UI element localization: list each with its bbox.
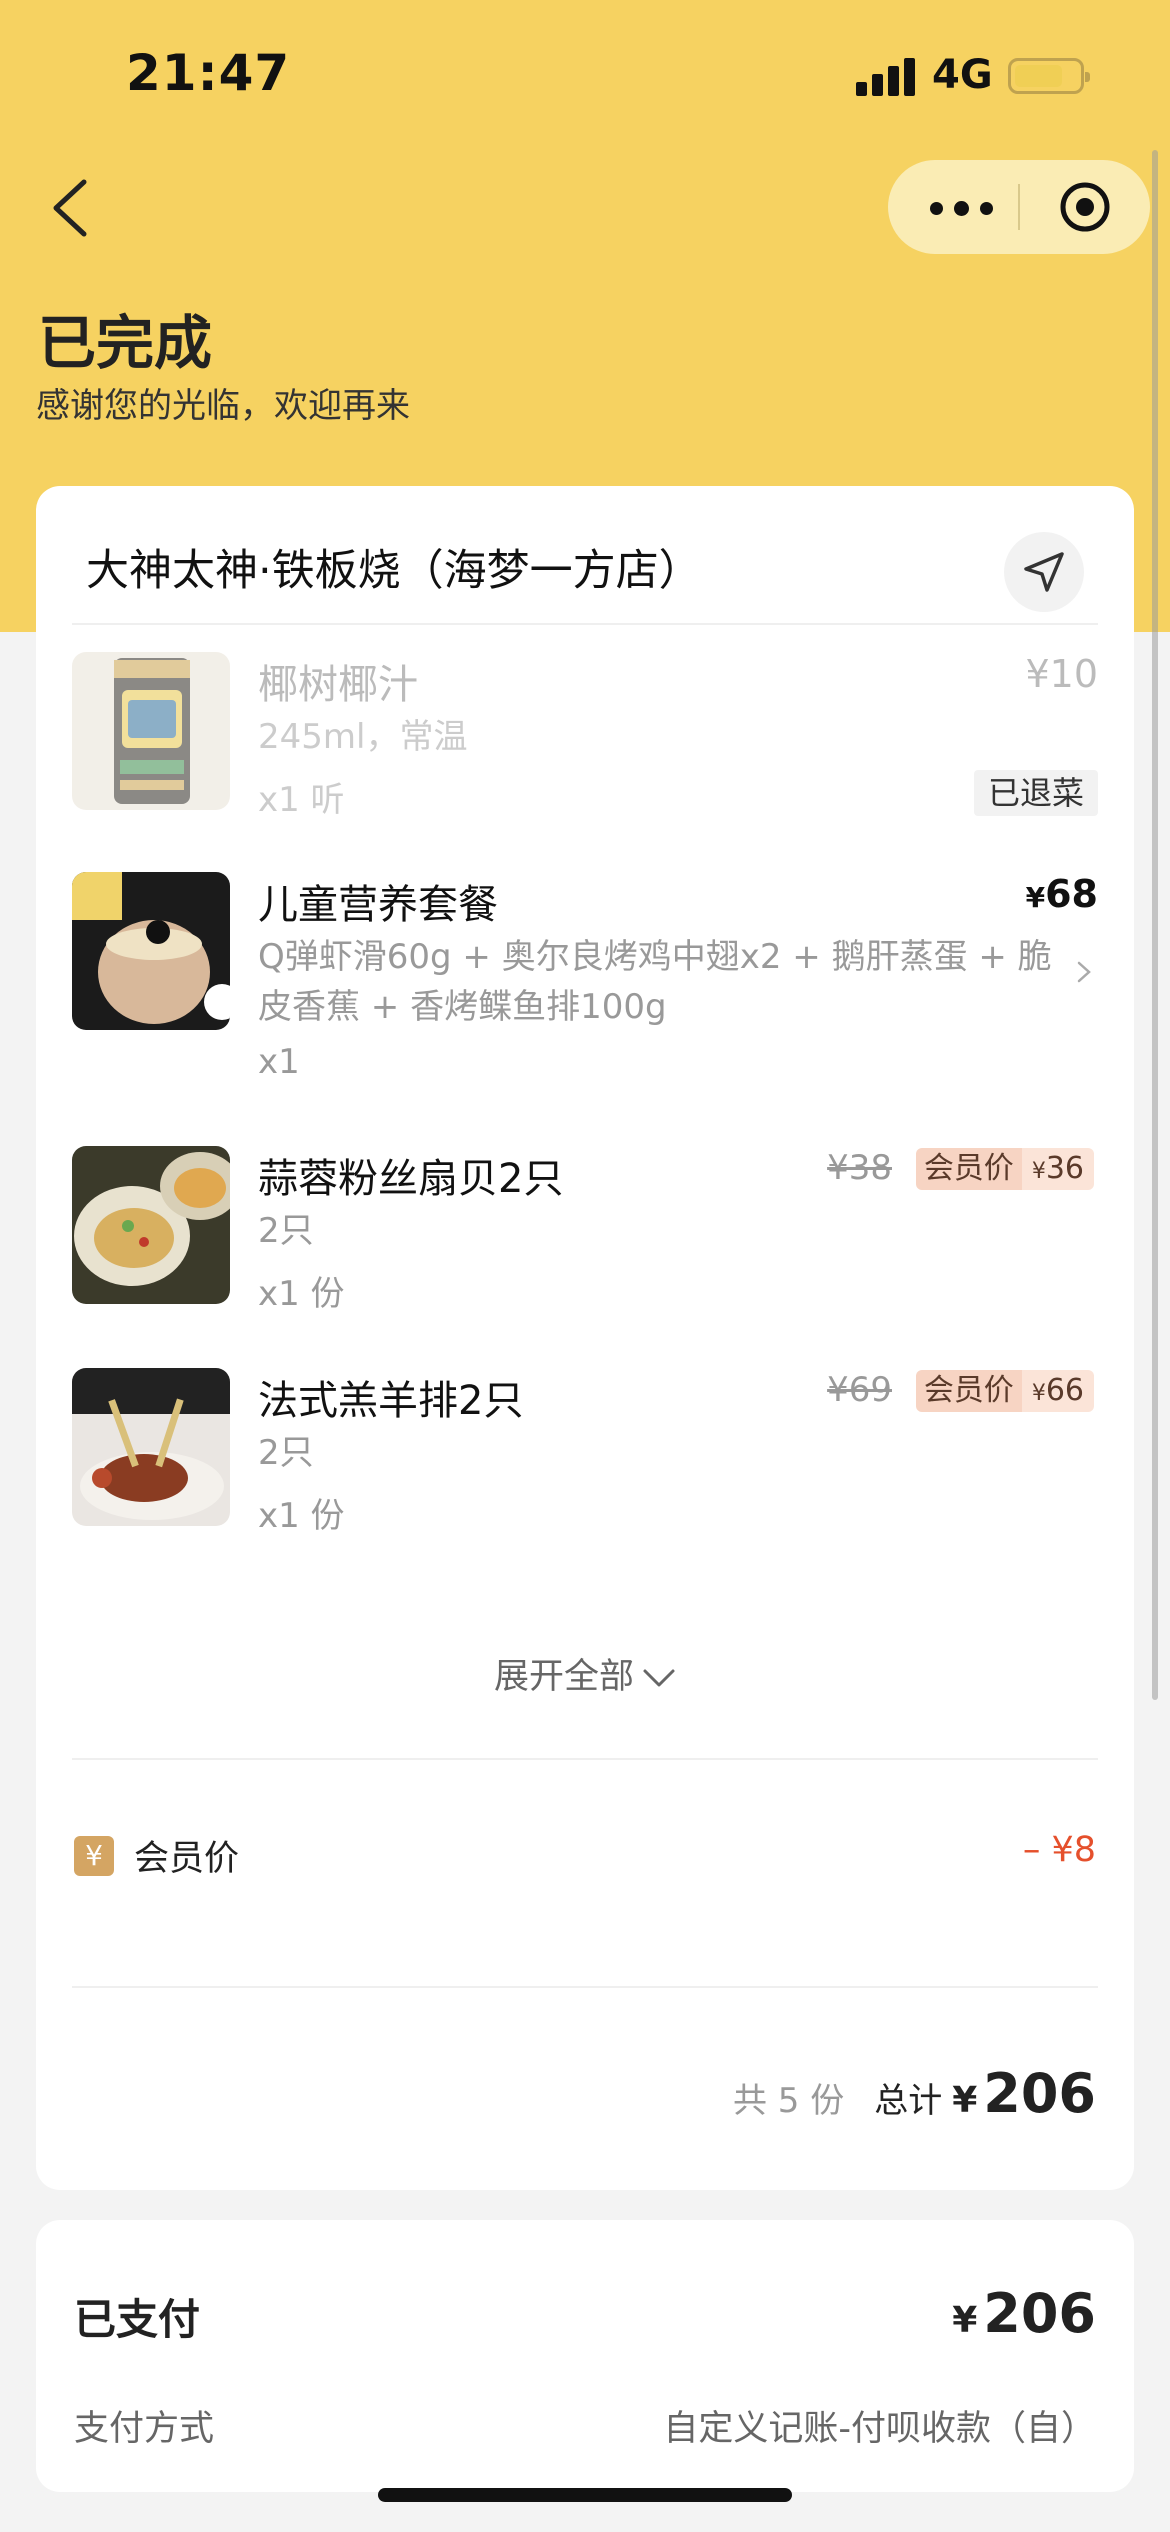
order-card: 大神太神·铁板烧（海梦一方店） 椰树椰汁 245ml，常温 x1 听 ¥10 已… bbox=[36, 486, 1134, 2190]
expand-all-label: 展开全部 bbox=[493, 1657, 634, 1697]
divider bbox=[72, 1986, 1098, 1988]
page-title: 已完成 bbox=[38, 309, 213, 377]
chevron-down-icon bbox=[643, 1669, 675, 1687]
chevron-right-icon bbox=[1077, 961, 1091, 983]
member-price-label: 会员价 bbox=[915, 1370, 1022, 1412]
member-price-tag: 会员价 ¥66 bbox=[915, 1370, 1094, 1412]
item-name: 儿童营养套餐 bbox=[258, 882, 498, 928]
payment-card: 已支付 ¥206 支付方式 自定义记账-付呗收款（自） bbox=[36, 2220, 1134, 2492]
original-price: ¥38 bbox=[827, 1148, 892, 1188]
member-price-tag: 会员价 ¥36 bbox=[915, 1148, 1094, 1190]
target-icon bbox=[1060, 182, 1110, 232]
mini-program-capsule bbox=[888, 160, 1150, 254]
close-program-button[interactable] bbox=[1058, 180, 1112, 234]
chevron-left-icon bbox=[53, 179, 87, 237]
navigate-button[interactable] bbox=[1004, 532, 1084, 612]
item-price-value: 68 bbox=[1045, 872, 1098, 916]
divider bbox=[72, 623, 1098, 625]
payment-method-value: 自定义记账-付呗收款（自） bbox=[663, 2409, 1096, 2449]
expand-all-button[interactable]: 展开全部 bbox=[36, 1648, 1134, 1699]
order-item[interactable]: 儿童营养套餐 Q弹虾滑60g + 奥尔良烤鸡中翅x2 + 鹅肝蒸蛋 + 脆皮香蕉… bbox=[72, 872, 1098, 1102]
item-quantity: x1 bbox=[258, 1042, 300, 1082]
paid-currency: ¥ bbox=[952, 2300, 978, 2341]
item-count: 共 5 份 bbox=[732, 2081, 845, 2121]
page-subtitle: 感谢您的光临，欢迎再来 bbox=[36, 386, 410, 426]
discount-icon: ¥ bbox=[74, 1836, 114, 1876]
item-price: ¥10 bbox=[1025, 652, 1098, 696]
item-name: 法式羔羊排2只 bbox=[258, 1378, 524, 1424]
signal-icon bbox=[856, 58, 916, 96]
paid-value: 206 bbox=[983, 2282, 1096, 2345]
more-dot-icon bbox=[930, 202, 943, 215]
item-quantity: x1 份 bbox=[258, 1496, 345, 1536]
scrollbar[interactable] bbox=[1152, 150, 1158, 1700]
total-amount: 206 bbox=[983, 2062, 1096, 2125]
discount-label: 会员价 bbox=[134, 1839, 240, 1879]
more-dot-icon bbox=[980, 202, 993, 215]
item-image bbox=[72, 1368, 230, 1526]
status-time: 21:47 bbox=[126, 44, 291, 102]
original-price: ¥69 bbox=[827, 1370, 892, 1410]
payment-method-label: 支付方式 bbox=[74, 2409, 215, 2449]
paid-amount: ¥206 bbox=[952, 2282, 1096, 2345]
more-dot-icon bbox=[954, 201, 969, 216]
order-item: 蒜蓉粉丝扇贝2只 2只 x1 份 ¥38 会员价 ¥36 bbox=[72, 1146, 1098, 1346]
discount-amount: – ¥8 bbox=[1022, 1830, 1096, 1870]
item-name: 蒜蓉粉丝扇贝2只 bbox=[258, 1156, 564, 1202]
item-price: ¥68 bbox=[1026, 872, 1098, 916]
item-quantity: x1 听 bbox=[258, 780, 345, 820]
item-spec: 2只 bbox=[258, 1211, 314, 1251]
total-label: 总计 bbox=[874, 2081, 943, 2121]
network-type: 4G bbox=[932, 52, 993, 98]
shop-name[interactable]: 大神太神·铁板烧（海梦一方店） bbox=[86, 536, 702, 598]
home-indicator[interactable] bbox=[378, 2488, 792, 2502]
paid-label: 已支付 bbox=[74, 2295, 201, 2344]
navigation-arrow-icon bbox=[1024, 552, 1064, 592]
item-image bbox=[72, 1146, 230, 1304]
battery-icon bbox=[1008, 58, 1090, 94]
order-item: 法式羔羊排2只 2只 x1 份 ¥69 会员价 ¥66 bbox=[72, 1368, 1098, 1568]
capsule-divider bbox=[1018, 184, 1020, 230]
item-spec: Q弹虾滑60g + 奥尔良烤鸡中翅x2 + 鹅肝蒸蛋 + 脆皮香蕉 + 香烤鲽鱼… bbox=[258, 937, 1052, 1027]
total-currency: ¥ bbox=[952, 2080, 978, 2121]
order-summary: 共 5 份 总计 ¥ 206 bbox=[733, 2062, 1096, 2125]
back-button[interactable] bbox=[44, 172, 100, 244]
item-name: 椰树椰汁 bbox=[258, 662, 418, 708]
item-quantity: x1 份 bbox=[258, 1274, 345, 1314]
more-button[interactable] bbox=[918, 160, 1008, 254]
member-price-label: 会员价 bbox=[915, 1148, 1022, 1190]
order-item: 椰树椰汁 245ml，常温 x1 听 ¥10 已退菜 bbox=[72, 652, 1098, 852]
item-spec: 2只 bbox=[258, 1433, 314, 1473]
item-image bbox=[72, 872, 230, 1030]
item-spec: 245ml，常温 bbox=[258, 717, 468, 757]
member-price-value: ¥66 bbox=[1021, 1370, 1094, 1412]
member-price-value: ¥36 bbox=[1021, 1148, 1094, 1190]
divider bbox=[72, 1758, 1098, 1760]
item-image bbox=[72, 652, 230, 810]
refunded-badge: 已退菜 bbox=[973, 770, 1098, 816]
item-price-currency: ¥ bbox=[1025, 881, 1046, 914]
